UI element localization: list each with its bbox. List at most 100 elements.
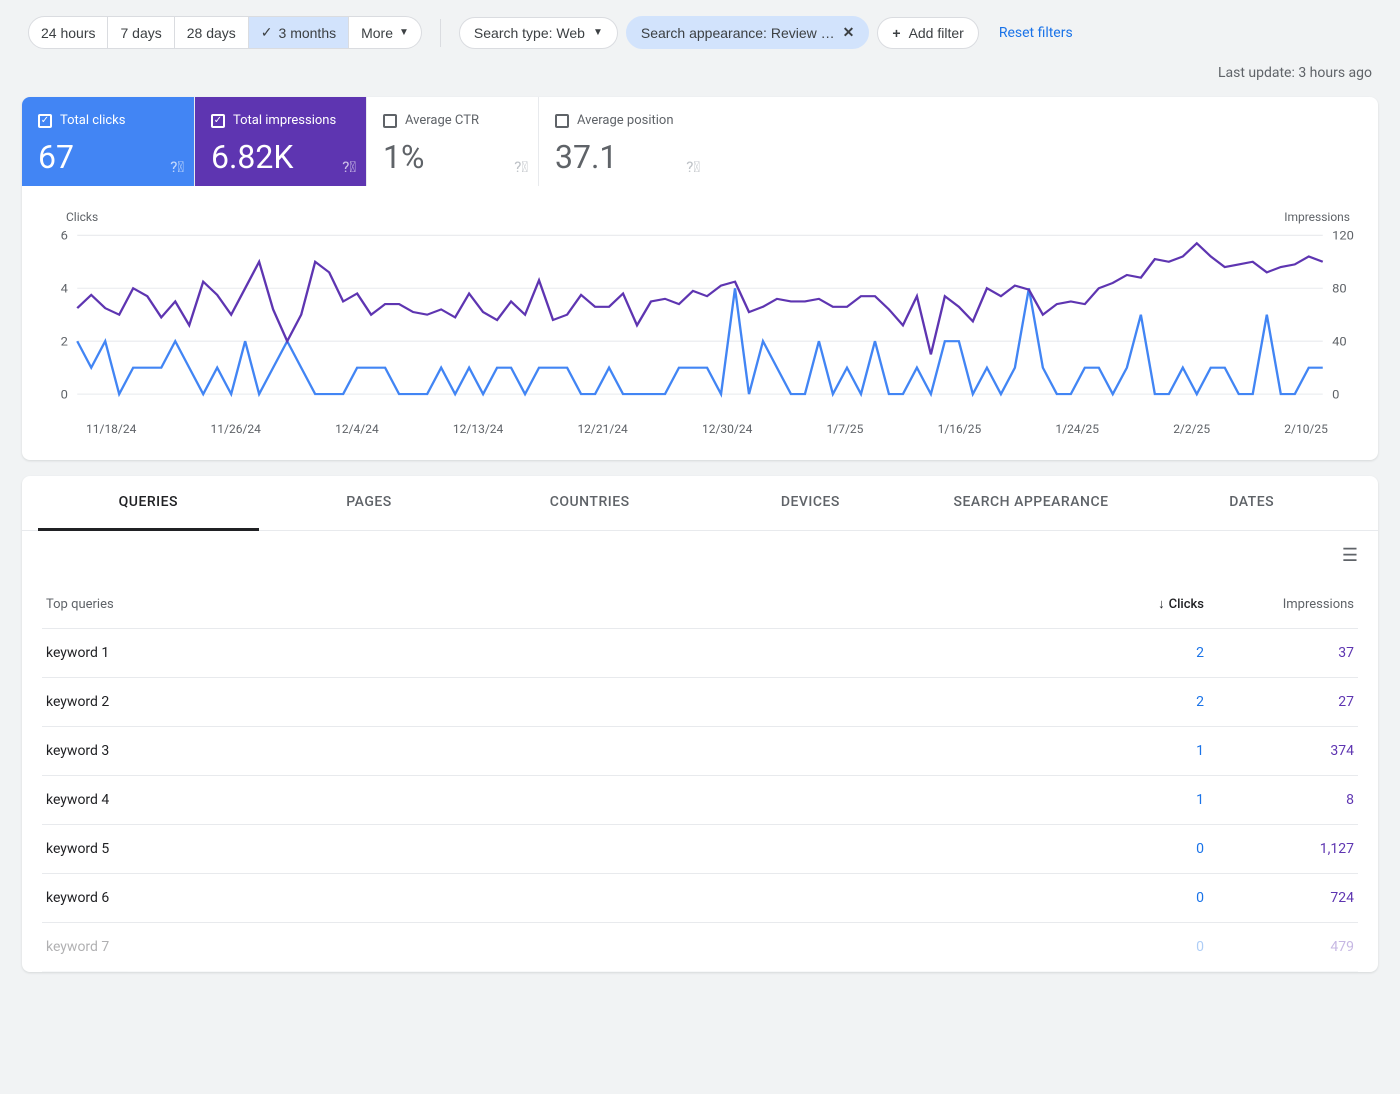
performance-card: Total clicks 67 ?⃝ Total impressions 6.8… bbox=[22, 97, 1378, 460]
clicks-label: Clicks bbox=[1169, 597, 1204, 612]
table-row[interactable]: keyword 6 0 724 bbox=[42, 874, 1358, 923]
cell-clicks: 2 bbox=[1094, 694, 1204, 710]
cell-query: keyword 5 bbox=[46, 841, 1094, 857]
range-3m[interactable]: ✓ 3 months bbox=[249, 16, 349, 49]
help-icon[interactable]: ?⃝ bbox=[514, 158, 528, 176]
metric-label: Average position bbox=[577, 113, 674, 128]
metric-total-clicks[interactable]: Total clicks 67 ?⃝ bbox=[22, 97, 194, 186]
more-label: More bbox=[361, 25, 393, 41]
table-row[interactable]: keyword 4 1 8 bbox=[42, 776, 1358, 825]
metric-value: 67 bbox=[38, 138, 180, 176]
plus-icon: + bbox=[892, 25, 900, 41]
metric-value: 1% bbox=[383, 138, 524, 176]
divider bbox=[440, 19, 441, 47]
cell-impressions: 1,127 bbox=[1204, 841, 1354, 857]
range-24h[interactable]: 24 hours bbox=[28, 16, 108, 49]
svg-text:0: 0 bbox=[1332, 389, 1339, 402]
filter-icon[interactable]: ☰ bbox=[1342, 545, 1358, 566]
metric-label: Total clicks bbox=[60, 113, 125, 128]
x-axis-labels: 11/18/24 11/26/24 12/4/24 12/13/24 12/21/24 1… bbox=[42, 414, 1358, 452]
tabs: QUERIESPAGESCOUNTRIESDEVICESSEARCH APPEA… bbox=[22, 476, 1378, 531]
cell-impressions: 724 bbox=[1204, 890, 1354, 906]
search-type-label: Search type: Web bbox=[474, 25, 585, 41]
tab-dates[interactable]: DATES bbox=[1141, 476, 1362, 530]
svg-text:120: 120 bbox=[1332, 230, 1354, 243]
tab-devices[interactable]: DEVICES bbox=[700, 476, 921, 530]
toolbar: 24 hours 7 days 28 days ✓ 3 months More … bbox=[0, 0, 1400, 57]
svg-text:80: 80 bbox=[1332, 283, 1347, 296]
table-row[interactable]: keyword 2 2 27 bbox=[42, 678, 1358, 727]
svg-text:4: 4 bbox=[61, 283, 68, 296]
table-row[interactable]: keyword 1 2 37 bbox=[42, 629, 1358, 678]
x-tick: 11/26/24 bbox=[211, 422, 261, 436]
x-tick: 1/16/25 bbox=[938, 422, 982, 436]
search-type-chip[interactable]: Search type: Web ▼ bbox=[459, 17, 618, 49]
cell-impressions: 37 bbox=[1204, 645, 1354, 661]
svg-text:6: 6 bbox=[61, 230, 68, 243]
right-axis-title: Impressions bbox=[1284, 210, 1350, 224]
checkbox-icon bbox=[383, 114, 397, 128]
arrow-down-icon: ↓ bbox=[1158, 596, 1165, 612]
x-tick: 2/2/25 bbox=[1173, 422, 1210, 436]
tab-countries[interactable]: COUNTRIES bbox=[479, 476, 700, 530]
cell-query: keyword 4 bbox=[46, 792, 1094, 808]
range-28d[interactable]: 28 days bbox=[175, 16, 249, 49]
x-tick: 12/30/24 bbox=[702, 422, 752, 436]
tab-pages[interactable]: PAGES bbox=[259, 476, 480, 530]
chevron-down-icon: ▼ bbox=[593, 27, 603, 38]
reset-filters-link[interactable]: Reset filters bbox=[999, 25, 1073, 41]
x-tick: 12/21/24 bbox=[577, 422, 627, 436]
x-tick: 12/4/24 bbox=[335, 422, 379, 436]
last-update-text: Last update: 3 hours ago bbox=[0, 57, 1400, 81]
add-filter-label: Add filter bbox=[909, 25, 964, 41]
svg-text:0: 0 bbox=[61, 389, 68, 402]
left-axis-title: Clicks bbox=[66, 210, 98, 224]
col-header-clicks[interactable]: ↓ Clicks bbox=[1158, 596, 1204, 612]
range-7d[interactable]: 7 days bbox=[108, 16, 174, 49]
cell-clicks: 1 bbox=[1094, 743, 1204, 759]
checkbox-icon bbox=[211, 114, 225, 128]
x-tick: 11/18/24 bbox=[86, 422, 136, 436]
cell-impressions: 374 bbox=[1204, 743, 1354, 759]
range-more[interactable]: More ▼ bbox=[349, 16, 422, 49]
table-header: Top queries ↓ Clicks Impressions bbox=[42, 580, 1358, 629]
table-card: QUERIESPAGESCOUNTRIESDEVICESSEARCH APPEA… bbox=[22, 476, 1378, 972]
x-tick: 1/7/25 bbox=[827, 422, 864, 436]
cell-clicks: 0 bbox=[1094, 939, 1204, 955]
cell-clicks: 0 bbox=[1094, 841, 1204, 857]
col-header-impressions[interactable]: Impressions bbox=[1204, 597, 1354, 612]
search-appearance-chip[interactable]: Search appearance: Review … ✕ bbox=[626, 16, 870, 49]
search-appearance-label: Search appearance: Review … bbox=[641, 25, 835, 41]
cell-clicks: 1 bbox=[1094, 792, 1204, 808]
metric-avg-ctr[interactable]: Average CTR 1% ?⃝ bbox=[366, 97, 538, 186]
tab-queries[interactable]: QUERIES bbox=[38, 476, 259, 531]
table-row[interactable]: keyword 3 1 374 bbox=[42, 727, 1358, 776]
x-tick: 12/13/24 bbox=[453, 422, 503, 436]
cell-query: keyword 2 bbox=[46, 694, 1094, 710]
tab-search-appearance[interactable]: SEARCH APPEARANCE bbox=[921, 476, 1142, 530]
help-icon[interactable]: ?⃝ bbox=[342, 158, 356, 176]
x-tick: 1/24/25 bbox=[1055, 422, 1099, 436]
help-icon[interactable]: ?⃝ bbox=[170, 158, 184, 176]
col-header-query[interactable]: Top queries bbox=[46, 597, 1094, 612]
chevron-down-icon: ▼ bbox=[399, 27, 409, 38]
queries-table: Top queries ↓ Clicks Impressions keyword … bbox=[22, 580, 1378, 972]
cell-query: keyword 1 bbox=[46, 645, 1094, 661]
metric-avg-position[interactable]: Average position 37.1 ?⃝ bbox=[538, 97, 710, 186]
table-row[interactable]: keyword 7 0 479 bbox=[42, 923, 1358, 972]
performance-chart: 612048024000 bbox=[42, 230, 1358, 410]
cell-query: keyword 7 bbox=[46, 939, 1094, 955]
table-row[interactable]: keyword 5 0 1,127 bbox=[42, 825, 1358, 874]
range-3m-label: 3 months bbox=[279, 25, 337, 41]
metrics-row: Total clicks 67 ?⃝ Total impressions 6.8… bbox=[22, 97, 1378, 186]
help-icon[interactable]: ?⃝ bbox=[686, 158, 700, 176]
metric-total-impressions[interactable]: Total impressions 6.82K ?⃝ bbox=[194, 97, 366, 186]
x-tick: 2/10/25 bbox=[1284, 422, 1328, 436]
add-filter-button[interactable]: + Add filter bbox=[877, 17, 978, 49]
cell-clicks: 0 bbox=[1094, 890, 1204, 906]
check-icon: ✓ bbox=[261, 24, 273, 41]
cell-clicks: 2 bbox=[1094, 645, 1204, 661]
cell-query: keyword 6 bbox=[46, 890, 1094, 906]
svg-text:2: 2 bbox=[61, 336, 68, 349]
close-icon[interactable]: ✕ bbox=[843, 24, 855, 41]
